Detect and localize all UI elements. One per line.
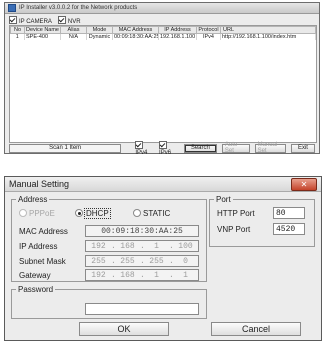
pppoe-option[interactable]: PPPoE — [19, 209, 55, 218]
vnp-port-label: VNP Port — [217, 225, 251, 234]
static-option[interactable]: STATIC — [133, 209, 170, 218]
nvr-checkbox[interactable] — [57, 16, 66, 24]
ipv6-option[interactable]: IPv6 — [159, 140, 179, 156]
scan-status: Scan 1 Item — [9, 143, 122, 153]
col-ip-address[interactable]: IP Address — [158, 26, 197, 34]
dhcp-label: DHCP — [84, 208, 111, 219]
cell-url: http://192.168.1.100/index.htm — [220, 33, 316, 40]
installer-title-bar: IP Installer v3.0.0.2 for the Network pr… — [5, 3, 319, 14]
col-protocol[interactable]: Protocol — [196, 26, 221, 34]
subnet-mask-field[interactable]: 255. 255. 255. 0 — [85, 255, 199, 267]
ipv6-checkbox[interactable] — [159, 140, 168, 149]
ip-version-options: IPv4 IPv6 — [135, 140, 179, 156]
password-input[interactable] — [85, 303, 199, 315]
static-label: STATIC — [143, 209, 171, 218]
cell-device-name: SPE-400 — [24, 33, 61, 40]
col-url[interactable]: URL — [220, 26, 316, 34]
subnet-octet-3: 255 — [149, 256, 164, 266]
http-port-label: HTTP Port — [217, 209, 255, 218]
subnet-octet-2: 255 — [120, 256, 135, 266]
app-icon — [8, 4, 16, 12]
table-header-row: No Device Name Alias Mode MAC Address IP… — [10, 26, 316, 34]
ipv4-checkbox[interactable] — [135, 140, 144, 149]
password-legend: Password — [18, 285, 54, 294]
ipv4-option[interactable]: IPv4 — [135, 140, 155, 156]
table-row[interactable]: 1 SPE-400 N/A Dynamic 00:09:18:30:AA:25 … — [10, 33, 316, 40]
installer-title: IP Installer v3.0.0.2 for the Network pr… — [19, 5, 138, 11]
port-legend: Port — [216, 195, 231, 204]
cell-alias: N/A — [60, 33, 87, 40]
ip-camera-checkbox[interactable] — [9, 16, 17, 24]
ip-octet-3: 1 — [154, 241, 159, 251]
mac-address-field: 00:09:18:30:AA:25 — [85, 225, 199, 237]
manual-setting-dialog: Manual Setting ✕ Address PPPoE DHCP STAT… — [4, 176, 322, 341]
cell-ip-address: 192.168.1.100 — [158, 33, 197, 40]
static-radio[interactable] — [133, 209, 141, 217]
subnet-octet-4: 0 — [183, 256, 188, 266]
http-port-input[interactable]: 80 — [273, 207, 305, 219]
ip-address-field[interactable]: 192. 168. 1. 100 — [85, 240, 199, 252]
device-list-table: No Device Name Alias Mode MAC Address IP… — [9, 25, 317, 143]
ipv6-label: IPv6 — [159, 149, 172, 156]
subnet-mask-label: Subnet Mask — [19, 257, 66, 266]
ip-octet-1: 192 — [91, 241, 106, 251]
ip-octet-2: 168 — [120, 241, 135, 251]
gateway-octet-1: 192 — [91, 270, 106, 280]
manual-setting-title: Manual Setting — [9, 179, 70, 189]
exit-button[interactable]: Exit — [290, 143, 316, 153]
installer-bottom-bar: Scan 1 Item IPv4 IPv6 Search Auto Set Ma… — [9, 140, 316, 156]
search-button[interactable]: Search — [183, 143, 217, 153]
nvr-option[interactable]: NVR — [57, 16, 81, 25]
ipv4-label: IPv4 — [135, 149, 148, 156]
gateway-octet-2: 168 — [120, 270, 135, 280]
dhcp-option[interactable]: DHCP — [75, 208, 111, 219]
col-no[interactable]: No — [10, 26, 25, 34]
gateway-field[interactable]: 192. 168. 1. 1 — [85, 269, 199, 281]
col-device-name[interactable]: Device Name — [24, 26, 61, 34]
pppoe-label: PPPoE — [29, 209, 55, 218]
cancel-button[interactable]: Cancel — [211, 322, 301, 336]
col-alias[interactable]: Alias — [60, 26, 87, 34]
ip-address-label: IP Address — [19, 242, 58, 251]
gateway-octet-4: 1 — [183, 270, 188, 280]
ip-octet-4: 100 — [178, 241, 193, 251]
mac-address-label: MAC Address — [19, 227, 68, 236]
gateway-label: Gateway — [19, 271, 51, 280]
subnet-octet-1: 255 — [91, 256, 106, 266]
manual-setting-title-bar: Manual Setting — [5, 177, 321, 192]
vnp-port-input[interactable]: 4520 — [273, 223, 305, 235]
cell-no: 1 — [10, 33, 25, 40]
gateway-octet-3: 1 — [154, 270, 159, 280]
col-mode[interactable]: Mode — [86, 26, 113, 34]
close-button[interactable]: ✕ — [291, 178, 317, 191]
ip-camera-option[interactable]: IP CAMERA — [9, 16, 52, 25]
cell-mac-address: 00:09:18:30:AA:25 — [112, 33, 159, 40]
close-icon: ✕ — [300, 180, 308, 189]
manual-set-button[interactable]: Manual Set — [254, 142, 286, 154]
ip-installer-window: IP Installer v3.0.0.2 for the Network pr… — [4, 2, 320, 156]
ok-button[interactable]: OK — [79, 322, 169, 336]
cell-protocol: IPv4 — [196, 33, 221, 40]
auto-set-button[interactable]: Auto Set — [221, 142, 250, 154]
dhcp-radio[interactable] — [75, 209, 83, 217]
port-group: Port — [209, 195, 315, 247]
pppoe-radio[interactable] — [19, 209, 27, 217]
address-legend: Address — [18, 195, 48, 204]
cell-mode: Dynamic — [86, 33, 113, 40]
col-mac-address[interactable]: MAC Address — [112, 26, 159, 34]
device-type-options: IP CAMERA NVR — [9, 16, 81, 25]
